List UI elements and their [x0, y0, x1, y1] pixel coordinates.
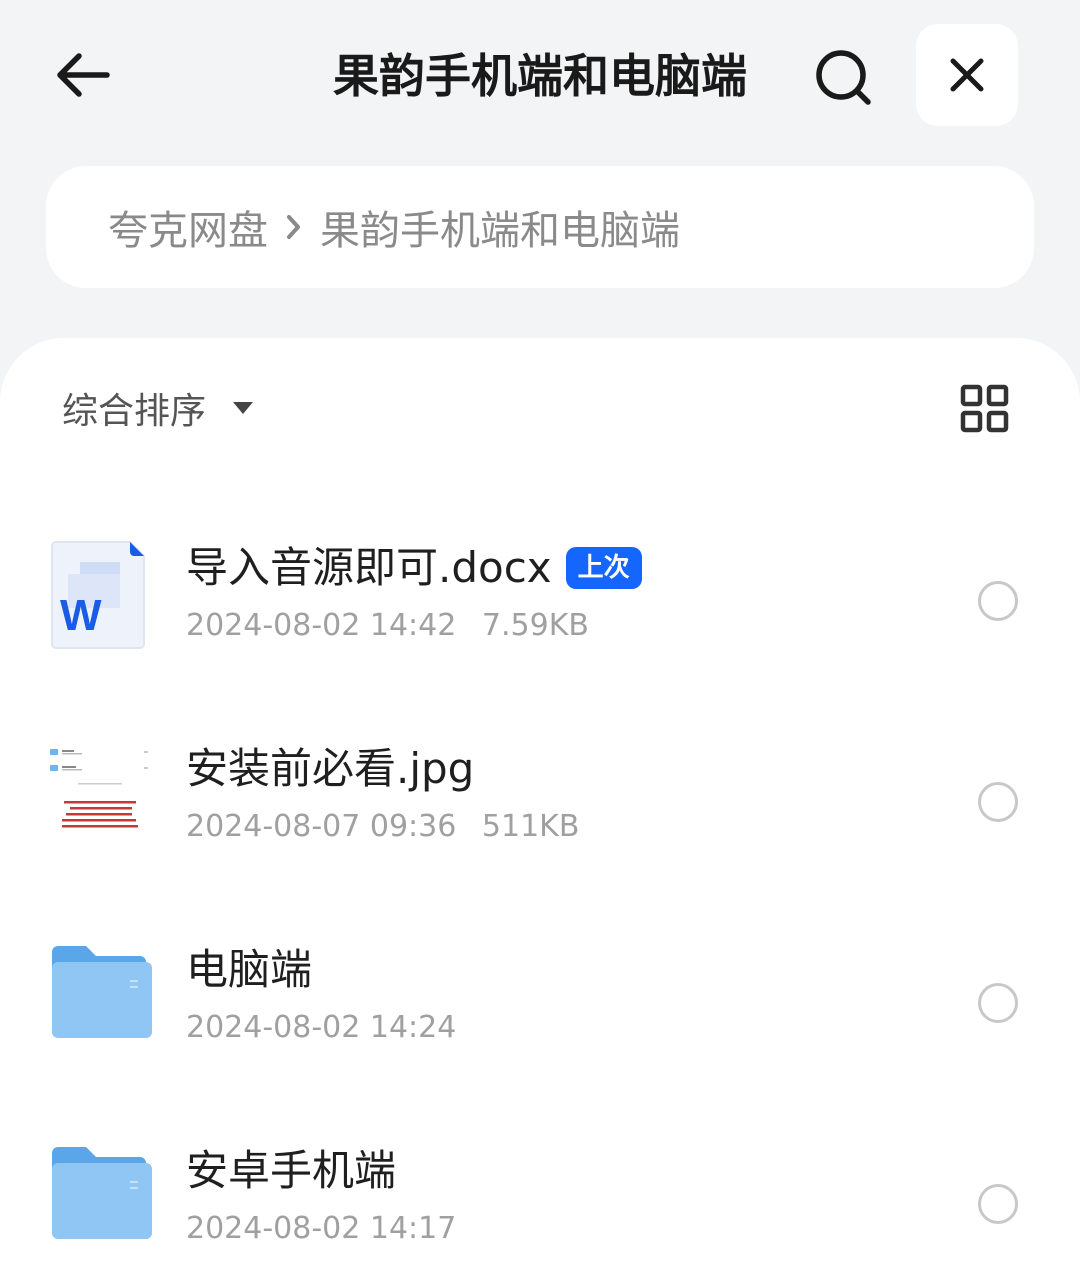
- folder-name: 电脑端: [186, 945, 313, 994]
- last-opened-badge: 上次: [565, 547, 642, 589]
- file-list-panel: 综合排序 W 导入音源即可.docx 上次 2024-08-02 14:42 7…: [0, 338, 1080, 1286]
- svg-text:W: W: [60, 591, 102, 640]
- breadcrumb-current[interactable]: 果韵手机端和电脑端: [320, 198, 680, 256]
- file-date: 2024-08-02 14:17: [186, 1211, 457, 1246]
- folder-icon: [48, 1141, 154, 1253]
- list-item[interactable]: 电脑端 2024-08-02 14:24: [0, 890, 1080, 1070]
- list-item[interactable]: 安卓手机端 2024-08-02 14:17: [0, 1091, 1080, 1271]
- sort-dropdown[interactable]: 综合排序: [62, 382, 254, 434]
- caret-down-icon: [232, 401, 254, 415]
- grid-view-toggle[interactable]: [958, 382, 1012, 436]
- file-size: 511KB: [481, 809, 580, 844]
- file-date: 2024-08-02 14:42: [186, 608, 457, 643]
- chevron-right-icon: [286, 213, 302, 241]
- file-meta: 2024-08-07 09:36 511KB: [186, 809, 579, 844]
- breadcrumb-root[interactable]: 夸克网盘: [108, 198, 268, 256]
- file-meta: 2024-08-02 14:42 7.59KB: [186, 608, 589, 643]
- image-thumbnail: [48, 745, 152, 849]
- folder-icon: [48, 940, 154, 1052]
- file-name: 安装前必看.jpg: [186, 744, 475, 793]
- select-radio[interactable]: [978, 581, 1018, 621]
- close-icon: [950, 58, 984, 92]
- top-bar: 果韵手机端和电脑端: [0, 0, 1080, 150]
- search-button[interactable]: [808, 42, 878, 112]
- file-size: 7.59KB: [481, 608, 589, 643]
- file-name: 导入音源即可.docx: [186, 543, 552, 592]
- file-meta: 2024-08-02 14:24: [186, 1010, 456, 1045]
- page-title: 果韵手机端和电脑端: [333, 49, 747, 103]
- select-radio[interactable]: [978, 1184, 1018, 1224]
- file-date: 2024-08-02 14:24: [186, 1010, 457, 1045]
- breadcrumb: 夸克网盘 果韵手机端和电脑端: [46, 166, 1034, 288]
- select-radio[interactable]: [978, 782, 1018, 822]
- file-meta: 2024-08-02 14:17: [186, 1211, 456, 1246]
- arrow-left-icon: [57, 53, 110, 97]
- folder-name: 安卓手机端: [186, 1146, 397, 1195]
- back-button[interactable]: [48, 40, 118, 110]
- grid-view-icon: [960, 384, 1009, 433]
- word-file-icon: W: [48, 538, 154, 650]
- list-item[interactable]: 安装前必看.jpg 2024-08-07 09:36 511KB: [0, 689, 1080, 869]
- search-icon: [816, 50, 871, 105]
- sort-label: 综合排序: [62, 391, 207, 432]
- close-button[interactable]: [916, 24, 1018, 126]
- file-date: 2024-08-07 09:36: [186, 809, 457, 844]
- list-item[interactable]: W 导入音源即可.docx 上次 2024-08-02 14:42 7.59KB: [0, 488, 1080, 668]
- select-radio[interactable]: [978, 983, 1018, 1023]
